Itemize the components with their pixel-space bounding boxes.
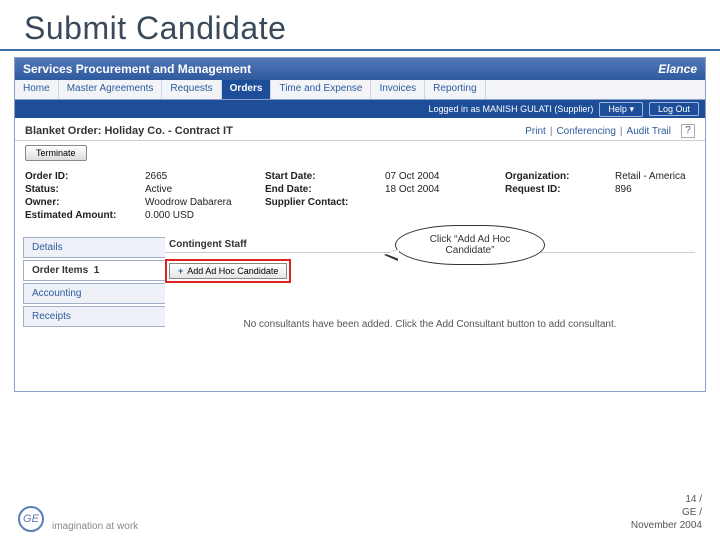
conferencing-link[interactable]: Conferencing (556, 126, 615, 137)
page-title: Blanket Order: Holiday Co. - Contract IT (25, 125, 525, 137)
order-id-label: Order ID: (25, 171, 145, 182)
est-amount-value: 0.000 USD (145, 210, 265, 221)
start-date-value: 07 Oct 2004 (385, 171, 505, 182)
add-ad-hoc-candidate-button[interactable]: + Add Ad Hoc Candidate (169, 263, 287, 279)
supplier-contact-label: Supplier Contact: (265, 197, 385, 208)
context-help-icon[interactable]: ? (681, 124, 695, 138)
order-id-value: 2665 (145, 171, 265, 182)
page-number: 14 / (631, 493, 702, 506)
owner-label: Owner: (25, 197, 145, 208)
status-label: Status: (25, 184, 145, 195)
sidetab-details[interactable]: Details (23, 237, 165, 258)
app-window: Services Procurement and Management Elan… (14, 57, 706, 392)
print-link[interactable]: Print (525, 126, 546, 137)
request-id-value: 896 (615, 184, 705, 195)
end-date-label: End Date: (265, 184, 385, 195)
sub-bar: Logged in as MANISH GULATI (Supplier) He… (15, 100, 705, 118)
help-button[interactable]: Help ▾ (599, 102, 643, 117)
audit-trail-link[interactable]: Audit Trail (627, 126, 671, 137)
brand-logo: Elance (658, 62, 697, 76)
app-header: Services Procurement and Management Elan… (15, 58, 705, 80)
order-details: Order ID: 2665 Start Date: 07 Oct 2004 O… (15, 167, 705, 231)
logout-button[interactable]: Log Out (649, 102, 699, 116)
owner-value: Woodrow Dabarera (145, 197, 265, 208)
app-title: Services Procurement and Management (23, 62, 251, 76)
tab-requests[interactable]: Requests (162, 80, 221, 99)
sidetab-order-items[interactable]: Order Items 1 (23, 260, 165, 281)
end-date-value: 18 Oct 2004 (385, 184, 505, 195)
empty-state-message: No consultants have been added. Click th… (165, 319, 695, 330)
page-actions: Print | Conferencing | Audit Trail ? (525, 124, 695, 138)
tab-reporting[interactable]: Reporting (425, 80, 485, 99)
login-status: Logged in as MANISH GULATI (Supplier) (429, 104, 594, 114)
organization-value: Retail - America (615, 171, 705, 182)
side-tabs: Details Order Items 1 Accounting Receipt… (15, 231, 165, 329)
tab-home[interactable]: Home (15, 80, 59, 99)
slide-title: Submit Candidate (0, 0, 720, 51)
tagline: imagination at work (52, 521, 631, 532)
organization-label: Organization: (505, 171, 615, 182)
page-title-row: Blanket Order: Holiday Co. - Contract IT… (15, 118, 705, 141)
est-amount-label: Estimated Amount: (25, 210, 145, 221)
tab-time-expense[interactable]: Time and Expense (271, 80, 371, 99)
add-candidate-highlight: + Add Ad Hoc Candidate (165, 259, 291, 283)
plus-icon: + (178, 266, 183, 276)
status-value: Active (145, 184, 265, 195)
ge-logo-icon: GE (18, 506, 44, 532)
instruction-callout: Click “Add Ad Hoc Candidate” (395, 225, 545, 265)
request-id-label: Request ID: (505, 184, 615, 195)
sidetab-receipts[interactable]: Receipts (23, 306, 165, 327)
tab-master-agreements[interactable]: Master Agreements (59, 80, 163, 99)
slide-footer: GE imagination at work 14 / GE / Novembe… (0, 493, 720, 532)
footer-meta: 14 / GE / November 2004 (631, 493, 702, 532)
tab-invoices[interactable]: Invoices (371, 80, 425, 99)
main-panel: Contingent Staff + Add Ad Hoc Candidate … (165, 231, 705, 391)
supplier-contact-value (385, 197, 505, 208)
footer-org: GE / (631, 506, 702, 519)
footer-date: November 2004 (631, 519, 702, 532)
sidetab-accounting[interactable]: Accounting (23, 283, 165, 304)
start-date-label: Start Date: (265, 171, 385, 182)
top-nav: Home Master Agreements Requests Orders T… (15, 80, 705, 100)
terminate-button[interactable]: Terminate (25, 145, 87, 161)
tab-orders[interactable]: Orders (222, 80, 272, 99)
